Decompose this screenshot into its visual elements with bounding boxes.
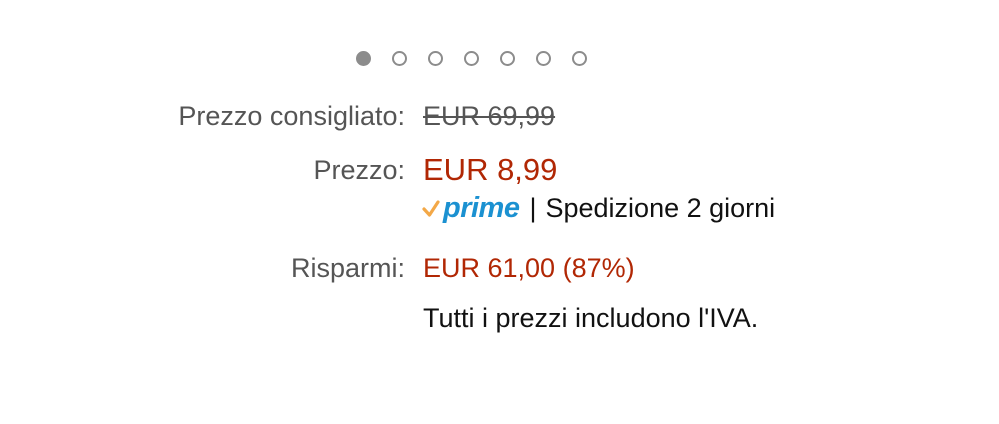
prime-badge[interactable]: prime | Spedizione 2 giorni: [421, 194, 775, 223]
list-price-value: EUR 69,99: [423, 101, 556, 131]
carousel-dot-2[interactable]: [392, 51, 407, 66]
carousel-dot-6[interactable]: [536, 51, 551, 66]
prime-shipping-text: Spedizione 2 giorni: [545, 193, 776, 223]
carousel-dot-3[interactable]: [428, 51, 443, 66]
carousel-dot-7[interactable]: [572, 51, 587, 66]
prime-logo-text: prime: [443, 192, 520, 224]
prime-separator: |: [529, 193, 537, 223]
image-carousel-dots: [356, 51, 587, 66]
carousel-dot-4[interactable]: [464, 51, 479, 66]
price-label: Prezzo:: [313, 155, 405, 185]
vat-note: Tutti i prezzi includono l'IVA.: [423, 303, 759, 333]
savings-value: EUR 61,00 (87%): [423, 253, 635, 283]
prime-check-icon: [422, 199, 440, 217]
list-price-label: Prezzo consigliato:: [178, 101, 405, 131]
carousel-dot-1[interactable]: [356, 51, 371, 66]
price-value: EUR 8,99: [423, 152, 558, 187]
savings-label: Risparmi:: [290, 253, 405, 283]
carousel-dot-5[interactable]: [500, 51, 515, 66]
